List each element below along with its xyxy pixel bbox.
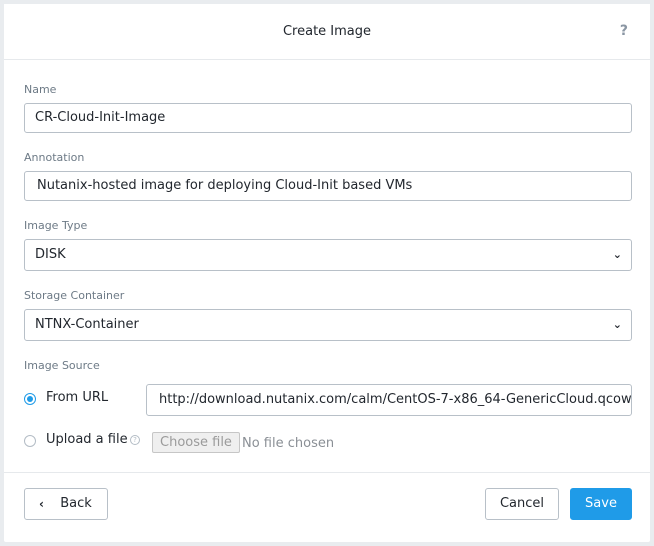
chevron-down-icon: ⌄: [612, 318, 622, 331]
from-url-radio[interactable]: [24, 393, 36, 405]
annotation-label: Annotation: [24, 151, 85, 164]
image-source-label: Image Source: [24, 359, 100, 372]
upload-file-radio[interactable]: [24, 435, 36, 447]
no-file-chosen-text: No file chosen: [242, 436, 335, 451]
back-button-label: Back: [60, 496, 92, 511]
image-type-label: Image Type: [24, 219, 88, 232]
dialog-title: Create Image: [282, 24, 372, 39]
dialog-header: Create Image ?: [4, 4, 650, 60]
name-label: Name: [24, 83, 57, 96]
image-type-select[interactable]: DISK ⌄: [24, 239, 632, 271]
info-icon[interactable]: ?: [130, 435, 140, 445]
storage-container-label: Storage Container: [24, 289, 125, 302]
create-image-dialog: Create Image ? Name CR-Cloud-Init-Image …: [4, 4, 650, 542]
back-button[interactable]: ‹ Back: [24, 488, 108, 520]
chevron-left-icon: ‹: [39, 497, 44, 511]
url-input[interactable]: http://download.nutanix.com/calm/CentOS-…: [146, 384, 632, 416]
image-type-value: DISK: [35, 247, 66, 262]
chevron-down-icon: ⌄: [612, 248, 622, 261]
help-icon[interactable]: ?: [620, 23, 628, 39]
from-url-label[interactable]: From URL: [46, 390, 108, 405]
cancel-button[interactable]: Cancel: [485, 488, 559, 520]
name-input[interactable]: CR-Cloud-Init-Image: [24, 103, 632, 133]
storage-container-value: NTNX-Container: [35, 317, 139, 332]
choose-file-button[interactable]: Choose file: [152, 432, 240, 453]
save-button[interactable]: Save: [570, 488, 632, 520]
storage-container-select[interactable]: NTNX-Container ⌄: [24, 309, 632, 341]
annotation-input[interactable]: Nutanix-hosted image for deploying Cloud…: [24, 171, 632, 201]
upload-file-label[interactable]: Upload a file: [46, 432, 128, 447]
dialog-footer: ‹ Back Cancel Save: [4, 472, 650, 542]
